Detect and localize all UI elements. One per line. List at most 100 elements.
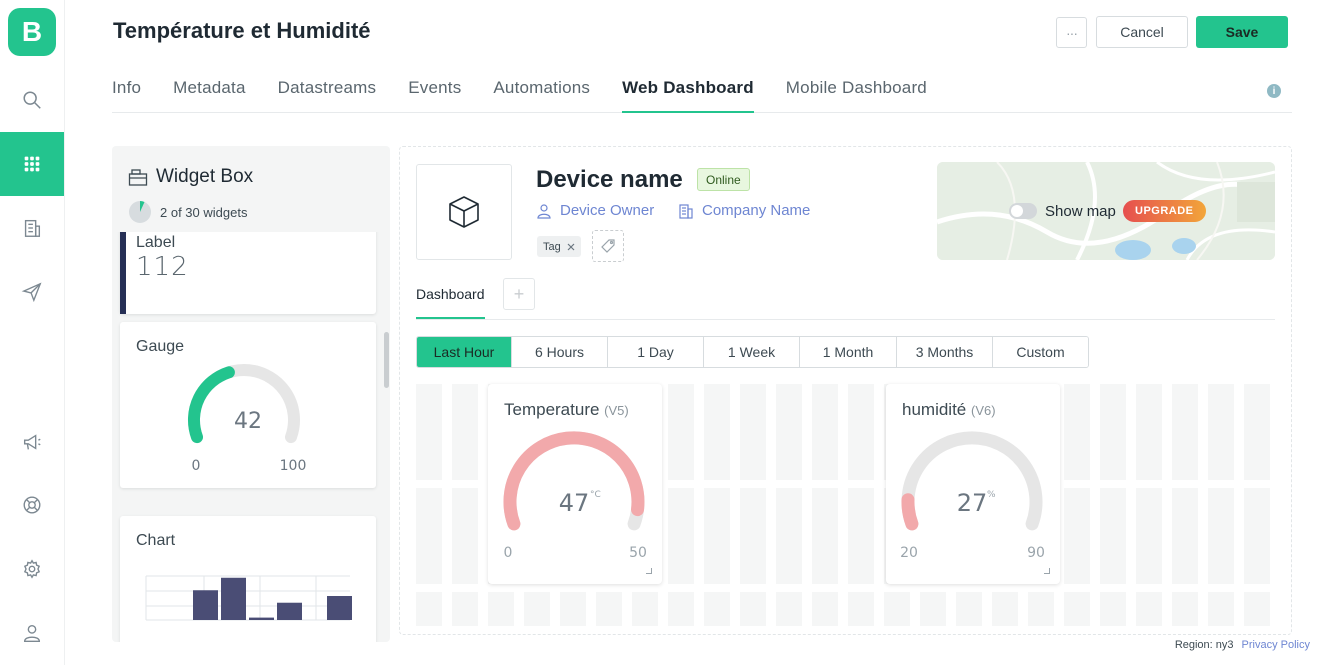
device-name: Device name [536, 166, 683, 193]
chart-bar [327, 596, 352, 620]
gauge-value: 27 [957, 489, 988, 517]
grid-cell [740, 592, 766, 626]
template-tabs: Info Metadata Datastreams Events Automat… [112, 78, 1292, 113]
chart-bar [193, 590, 218, 620]
grid-cell [740, 384, 766, 480]
resize-handle[interactable] [646, 568, 652, 574]
grid-cell [488, 592, 514, 626]
gauge-fill [187, 366, 235, 444]
tab-dashboard[interactable]: Dashboard [416, 286, 485, 302]
sidebar-item-organizations[interactable] [0, 196, 64, 260]
sidebar-item-profile[interactable] [0, 601, 64, 665]
humidity-gauge-widget[interactable]: humidité (V6) 27 % 20 90 [886, 384, 1060, 584]
tab-metadata[interactable]: Metadata [173, 78, 245, 113]
grid-cell [1136, 384, 1162, 480]
range-3-months[interactable]: 3 Months [897, 337, 993, 367]
widget-box-header: Widget Box [128, 166, 253, 188]
sidebar-item-search[interactable] [0, 68, 64, 132]
company-name[interactable]: Company Name [678, 202, 810, 219]
grid-cell [1028, 592, 1054, 626]
privacy-policy-link[interactable]: Privacy Policy [1242, 639, 1310, 651]
megaphone-icon [23, 434, 41, 450]
device-image[interactable] [416, 164, 512, 260]
widget-box-title: Widget Box [156, 166, 254, 187]
grid-cell [704, 592, 730, 626]
close-icon[interactable] [567, 243, 575, 251]
sidebar-item-templates[interactable] [0, 132, 64, 196]
more-button[interactable]: ··· [1056, 17, 1087, 48]
grid-cell [1244, 384, 1270, 480]
grid-cell [1100, 384, 1126, 480]
grid-cell [1100, 592, 1126, 626]
grid-cell [452, 488, 478, 584]
upgrade-badge[interactable]: UPGRADE [1123, 200, 1206, 222]
widget-box-scrollbar[interactable] [384, 332, 389, 388]
grid-cell [524, 592, 550, 626]
grid-cell [596, 592, 622, 626]
resize-handle[interactable] [1044, 568, 1050, 574]
grid-cell [668, 592, 694, 626]
gauge-max: 90 [1027, 545, 1045, 561]
sidebar-item-help[interactable] [0, 473, 64, 537]
region-label: Region: ny3 [1174, 639, 1234, 651]
grid-cell [1172, 488, 1198, 584]
sidebar-item-settings[interactable] [0, 537, 64, 601]
grid-cell [992, 592, 1018, 626]
range-6-hours[interactable]: 6 Hours [512, 337, 608, 367]
grid-cell [956, 592, 982, 626]
footer: Region: ny3 Privacy Policy [1175, 639, 1310, 651]
tab-mobile-dashboard[interactable]: Mobile Dashboard [786, 78, 927, 113]
tab-events[interactable]: Events [408, 78, 461, 113]
gear-icon [23, 559, 41, 579]
show-map-toggle[interactable] [1009, 203, 1037, 219]
chart-bars [193, 577, 352, 620]
range-custom[interactable]: Custom [993, 337, 1088, 367]
chart-bar [221, 577, 246, 620]
widget-box-icon [128, 169, 148, 186]
gauge-min: 0 [504, 545, 513, 561]
grid-cell [776, 592, 802, 626]
save-button[interactable]: Save [1196, 16, 1288, 48]
tab-automations[interactable]: Automations [493, 78, 590, 113]
tag-label: Tag [543, 240, 561, 253]
widget-list[interactable]: Label 112 Gauge 42 0 100 Chart [112, 232, 390, 642]
grid-cell [704, 488, 730, 584]
dashboard-tabs-divider [416, 319, 1275, 320]
range-1-month[interactable]: 1 Month [800, 337, 897, 367]
grid-cell [1208, 592, 1234, 626]
tab-info[interactable]: Info [112, 78, 141, 113]
info-icon[interactable]: i [1267, 84, 1281, 98]
app-root: B Température et Humidité ··· Cancel Sav… [0, 0, 1326, 665]
tab-web-dashboard[interactable]: Web Dashboard [622, 78, 754, 113]
widget-count-label: 2 of 30 widgets [160, 204, 248, 220]
grid-cell [740, 488, 766, 584]
cancel-button[interactable]: Cancel [1096, 16, 1188, 48]
tag-chip[interactable]: Tag [537, 236, 581, 257]
add-dashboard-tab-button[interactable]: + [503, 278, 535, 310]
gauge-value: 42 [234, 409, 262, 434]
gauge-max: 100 [280, 458, 307, 474]
search-icon [23, 91, 41, 109]
app-logo[interactable]: B [8, 8, 56, 56]
tag-icon [601, 239, 615, 253]
device-owner[interactable]: Device Owner [536, 202, 654, 219]
widget-chart-card[interactable]: Chart [120, 516, 376, 642]
tab-datastreams[interactable]: Datastreams [278, 78, 377, 113]
company-name-label: Company Name [702, 202, 811, 219]
sidebar-item-announcements[interactable] [0, 410, 64, 474]
grid-cell [848, 488, 874, 584]
widget-label-card[interactable]: Label 112 [120, 232, 376, 314]
gauge-fill [901, 493, 919, 531]
cube-icon [449, 196, 479, 228]
temperature-gauge-widget[interactable]: Temperature (V5) 47 °C 0 50 [488, 384, 662, 584]
device-owner-label: Device Owner [560, 202, 655, 219]
range-last-hour[interactable]: Last Hour [417, 337, 512, 367]
widget-gauge-card[interactable]: Gauge 42 0 100 [120, 322, 376, 488]
range-1-week[interactable]: 1 Week [704, 337, 800, 367]
sidebar-item-messages[interactable] [0, 260, 64, 324]
add-tag-button[interactable] [592, 230, 624, 262]
grid-cell [1064, 592, 1090, 626]
page-title: Température et Humidité [113, 18, 371, 43]
range-1-day[interactable]: 1 Day [608, 337, 704, 367]
grid-cell [1100, 488, 1126, 584]
